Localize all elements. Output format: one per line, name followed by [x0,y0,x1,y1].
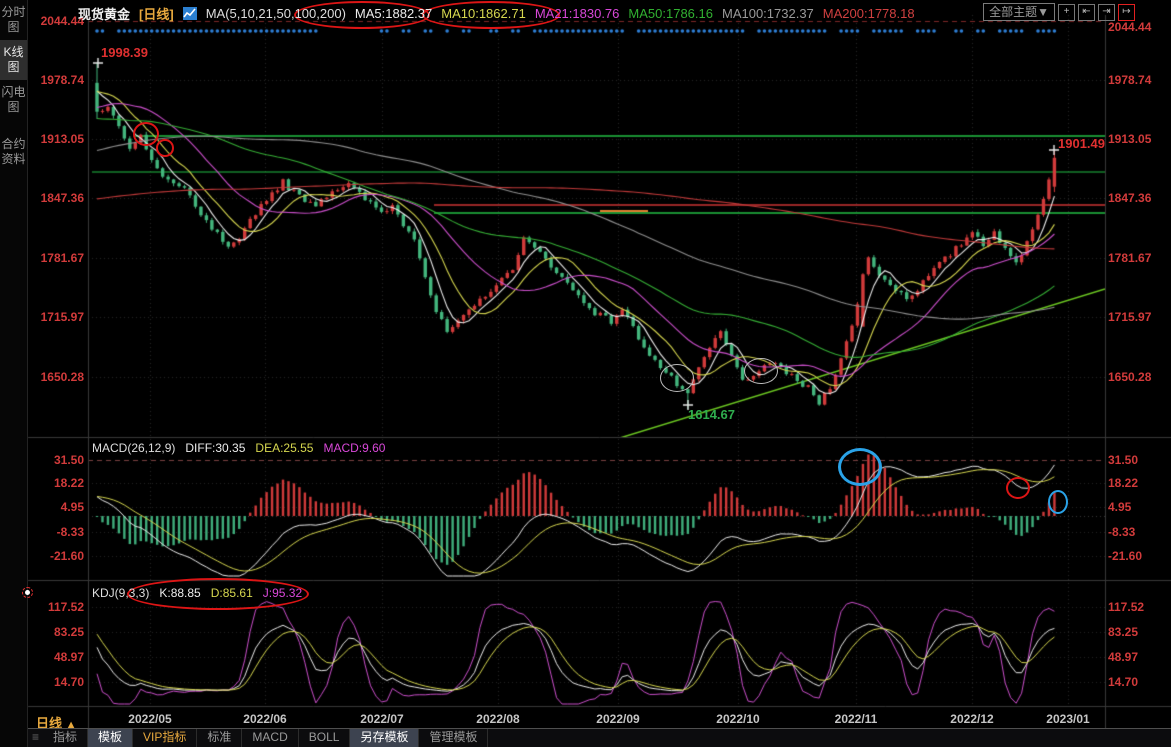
pan-icon[interactable]: + [1058,4,1075,21]
compress-right-icon[interactable]: ⇥ [1098,4,1115,21]
ma10-value: MA10:1862.71 [441,6,526,21]
ma5-value: MA5:1882.37 [355,6,432,21]
tab-boll[interactable]: BOLL [299,729,351,747]
all-themes-button[interactable]: 全部主题▼ [983,3,1055,21]
chart-header: 现货黄金 [日线] MA(5,10,21,50,100,200) MA5:188… [78,4,915,23]
ma200-value: MA200:1778.18 [823,6,915,21]
macd-header: MACD(26,12,9) DIFF:30.35 DEA:25.55 MACD:… [92,441,385,455]
tab-menu-icon[interactable]: ≡ [28,729,43,747]
macd-title: MACD(26,12,9) [92,441,175,455]
sidebar-item-contract-info[interactable]: 合约资料 [0,132,27,172]
ma-group-label: MA(5,10,21,50,100,200) [206,6,346,21]
tab-standard[interactable]: 标准 [197,729,242,747]
top-toolbar: 全部主题▼ + ⇤ ⇥ ↦ [983,3,1135,21]
kdj-j-value: J:95.32 [263,586,302,600]
bottom-tab-bar: ≡ 指标 模板 VIP指标 标准 MACD BOLL 另存模板 管理模板 [28,728,1171,747]
ma50-value: MA50:1786.16 [628,6,713,21]
sun-marker-icon[interactable] [22,587,33,598]
kline-chart-icon [183,7,197,20]
sidebar-gap [0,120,27,132]
left-sidebar: 分时图 K线图 闪电图 合约资料 [0,0,28,747]
tab-manage-template[interactable]: 管理模板 [419,729,488,747]
sidebar-item-timeshare[interactable]: 分时图 [0,0,27,40]
sidebar-item-lightning[interactable]: 闪电图 [0,80,27,120]
symbol-name: 现货黄金 [78,4,130,23]
tab-vip-indicator[interactable]: VIP指标 [133,729,197,747]
tab-template[interactable]: 模板 [88,729,133,747]
compress-left-icon[interactable]: ⇤ [1078,4,1095,21]
macd-diff-value: DIFF:30.35 [185,441,245,455]
expand-right-icon[interactable]: ↦ [1118,4,1135,21]
main-chart-canvas[interactable] [0,0,1171,747]
kdj-d-value: D:85.61 [211,586,253,600]
tab-indicator[interactable]: 指标 [43,729,88,747]
ma21-value: MA21:1830.76 [535,6,620,21]
tab-save-template[interactable]: 另存模板 [350,729,419,747]
macd-dea-value: DEA:25.55 [255,441,313,455]
kdj-header: KDJ(9,3,3) K:88.85 D:85.61 J:95.32 [92,586,302,600]
period-tag: [日线] [139,4,174,23]
sidebar-item-kline[interactable]: K线图 [0,40,27,80]
tab-macd[interactable]: MACD [242,729,298,747]
kdj-title: KDJ(9,3,3) [92,586,149,600]
kdj-k-value: K:88.85 [159,586,200,600]
macd-macd-value: MACD:9.60 [323,441,385,455]
ma100-value: MA100:1732.37 [722,6,814,21]
